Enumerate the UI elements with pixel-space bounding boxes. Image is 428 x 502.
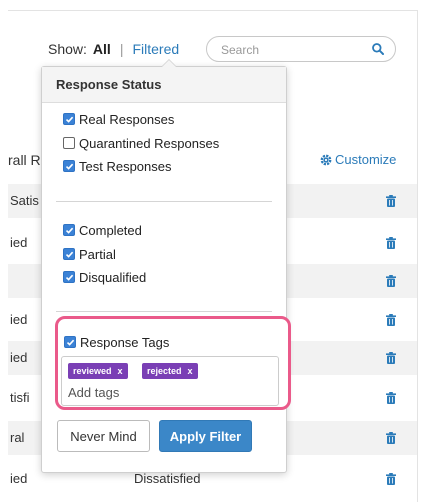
checkbox-quarantined-responses[interactable]: Quarantined Responses	[63, 134, 219, 152]
tag-remove-icon[interactable]: x	[188, 366, 193, 376]
checkbox-checked-icon[interactable]	[63, 113, 75, 125]
row-text: ied	[10, 350, 28, 365]
option-label: Disqualified	[79, 269, 147, 285]
response-tags-section: Response Tags reviewed x rejected x	[55, 316, 291, 410]
trash-icon[interactable]	[384, 236, 398, 250]
option-label: Completed	[79, 222, 142, 238]
trash-icon[interactable]	[384, 194, 398, 208]
divider	[56, 311, 272, 312]
gear-icon	[320, 154, 332, 165]
tag-remove-icon[interactable]: x	[118, 366, 123, 376]
tag-chip-reviewed: reviewed x	[68, 363, 128, 379]
checkbox-checked-icon[interactable]	[63, 248, 75, 260]
option-label: Partial	[79, 246, 116, 262]
option-label: Response Tags	[80, 334, 170, 350]
show-separator: |	[119, 41, 124, 57]
checkbox-checked-icon[interactable]	[64, 336, 76, 348]
tags-input-box[interactable]: reviewed x rejected x	[61, 356, 279, 406]
checkbox-test-responses[interactable]: Test Responses	[63, 157, 172, 175]
search-box[interactable]	[206, 36, 396, 62]
option-label: Real Responses	[79, 111, 175, 127]
customize-link[interactable]: Customize	[320, 152, 396, 167]
search-input[interactable]	[219, 41, 369, 59]
checkbox-checked-icon[interactable]	[63, 224, 75, 236]
checkbox-completed[interactable]: Completed	[63, 221, 142, 239]
tag-label: reviewed	[73, 366, 112, 376]
show-filter-toggle: Show: All | Filtered	[48, 36, 179, 62]
trash-icon[interactable]	[384, 391, 398, 405]
trash-icon[interactable]	[384, 274, 398, 288]
checkbox-partial[interactable]: Partial	[63, 245, 116, 263]
row-text: ied	[10, 471, 28, 486]
tag-label: rejected	[147, 366, 182, 376]
row-text: ied	[10, 312, 28, 327]
trash-icon[interactable]	[384, 472, 398, 486]
never-mind-button[interactable]: Never Mind	[57, 420, 150, 452]
divider	[56, 201, 272, 202]
checkbox-checked-icon[interactable]	[63, 160, 75, 172]
checkbox-response-tags[interactable]: Response Tags	[64, 333, 169, 351]
row-text	[10, 264, 44, 298]
option-label: Quarantined Responses	[79, 135, 220, 151]
row-text: ied	[10, 235, 28, 250]
show-filtered-link[interactable]: Filtered	[132, 41, 179, 57]
checkbox-real-responses[interactable]: Real Responses	[63, 110, 174, 128]
row-text: ral	[10, 430, 25, 445]
trash-icon[interactable]	[384, 313, 398, 327]
apply-filter-button[interactable]: Apply Filter	[159, 420, 252, 452]
column-header-overall: rall R	[8, 152, 41, 168]
tag-chip-rejected: rejected x	[142, 363, 198, 379]
trash-icon[interactable]	[384, 431, 398, 445]
option-label: Test Responses	[79, 158, 172, 174]
trash-icon[interactable]	[384, 351, 398, 365]
customize-label: Customize	[335, 152, 397, 167]
show-all-link[interactable]: All	[93, 41, 111, 57]
dropdown-header: Response Status	[42, 67, 286, 103]
row-text: tisfi	[10, 390, 30, 405]
checkbox-unchecked-icon[interactable]	[63, 137, 75, 149]
checkbox-checked-icon[interactable]	[63, 271, 75, 283]
add-tags-input[interactable]	[68, 383, 268, 401]
row-text: Satis	[10, 193, 39, 208]
filter-dropdown: Response Status Real Responses Quarantin…	[41, 59, 291, 473]
checkbox-disqualified[interactable]: Disqualified	[63, 268, 146, 286]
show-label: Show:	[48, 41, 87, 57]
dropdown-caret	[161, 59, 177, 67]
search-icon[interactable]	[371, 42, 385, 56]
